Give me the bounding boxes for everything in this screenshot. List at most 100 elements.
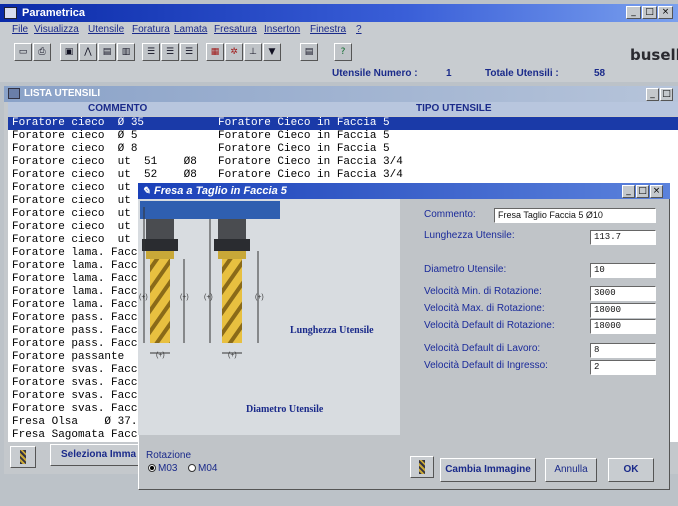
new-file-icon[interactable]: ▭	[14, 43, 32, 61]
gear-icon[interactable]: ✲	[225, 43, 243, 61]
col-commento-header[interactable]: COMMENTO	[88, 103, 147, 114]
totale-utensili-label: Totale Utensili :	[485, 68, 559, 79]
diametro-field[interactable]: 10	[590, 263, 656, 278]
menu-utensile[interactable]: Utensile	[88, 24, 124, 35]
svg-text:(+): (+)	[228, 352, 237, 359]
list-header: COMMENTO TIPO UTENSILE	[8, 102, 678, 116]
close-button[interactable]: ×	[658, 6, 673, 19]
svg-text:(+): (+)	[180, 294, 189, 301]
list-item-commento: Foratore pass. Facc	[12, 325, 138, 337]
align-left-icon[interactable]: ☰	[142, 43, 160, 61]
list-item-commento: Foratore cieco ut	[12, 234, 131, 246]
menu-lamata[interactable]: Lamata	[174, 24, 207, 35]
align-right-icon[interactable]: ☰	[180, 43, 198, 61]
lista-titlebar[interactable]: LISTA UTENSILI	[4, 86, 678, 102]
tool-f-icon[interactable]: ▼	[263, 43, 281, 61]
list-image-icon[interactable]	[10, 446, 36, 468]
list-item-commento: Foratore cieco Ø 8	[12, 143, 138, 155]
list-window-icon	[8, 88, 20, 99]
list-item[interactable]: Foratore cieco Ø 35 Foratore Cieco in Fac…	[8, 117, 678, 130]
tool-d-icon[interactable]: ▥	[117, 43, 135, 61]
radio-m03[interactable]: M03	[148, 463, 177, 474]
list-item-commento: Foratore cieco ut 52 Ø8	[12, 169, 197, 181]
help-icon[interactable]: ?	[334, 43, 352, 61]
menu-inserton[interactable]: Inserton	[264, 24, 300, 35]
annulla-button[interactable]: Annulla	[545, 458, 597, 482]
col-tipo-header[interactable]: TIPO UTENSILE	[416, 103, 492, 114]
list-item-commento: Foratore cieco ut	[12, 208, 131, 220]
calculator-icon[interactable]: ▤	[300, 43, 318, 61]
dialog-titlebar[interactable]: ✎ Fresa a Taglio in Faccia 5	[138, 183, 670, 199]
minimize-button[interactable]: _	[626, 6, 641, 19]
diametro-utensile-caption: Diametro Utensile	[246, 404, 324, 415]
list-item-commento: Foratore passante	[12, 351, 125, 363]
grid-icon[interactable]: ▦	[206, 43, 224, 61]
align-center-icon[interactable]: ☰	[161, 43, 179, 61]
tool-c-icon[interactable]: ▤	[98, 43, 116, 61]
svg-text:(+): (+)	[139, 294, 148, 301]
list-item[interactable]: Foratore cieco ut 52 Ø8 Foratore Cieco in…	[8, 169, 678, 182]
vel-default-lavoro-label: Velocità Default di Lavoro:	[424, 343, 541, 354]
menu-visualizza[interactable]: Visualizza	[34, 24, 79, 35]
menu-help[interactable]: ?	[356, 24, 362, 35]
list-item-commento: Foratore cieco Ø 35	[12, 117, 145, 129]
dialog-image-icon[interactable]	[410, 456, 434, 478]
svg-text:(+): (+)	[255, 294, 264, 301]
menubar: File Visualizza Utensile Foratura Lamata…	[0, 22, 678, 38]
lista-minimize-button[interactable]: _	[646, 88, 659, 101]
list-item-commento: Fresa Olsa Ø 37.5	[12, 416, 145, 428]
brand-logo: busellat	[630, 46, 678, 64]
diametro-label: Diametro Utensile:	[424, 264, 507, 275]
list-item-commento: Foratore cieco Ø 5	[12, 130, 138, 142]
vel-default-lavoro-field[interactable]: 8	[590, 343, 656, 358]
print-icon[interactable]: ⎙	[33, 43, 51, 61]
tool-a-icon[interactable]: ▣	[60, 43, 78, 61]
vel-default-rotazione-label: Velocità Default di Rotazione:	[424, 320, 555, 331]
menu-finestra[interactable]: Finestra	[310, 24, 346, 35]
rotazione-label: Rotazione	[146, 450, 192, 461]
seleziona-immagine-button[interactable]: Seleziona Imma	[50, 444, 140, 466]
radio-m04-label: M04	[198, 463, 218, 474]
list-item-commento: Foratore lama. Facc	[12, 273, 138, 285]
list-item-commento: Foratore svas. Facc	[12, 403, 138, 415]
vel-min-rotazione-field[interactable]: 3000	[590, 286, 656, 301]
svg-text:(+): (+)	[204, 294, 213, 301]
tool-drawing: (+) (+) (+) (+) (+) (+)	[139, 201, 280, 359]
main-title: Parametrica	[22, 7, 85, 19]
lista-maximize-button[interactable]: □	[660, 88, 673, 101]
ok-button[interactable]: OK	[608, 458, 654, 482]
maximize-button[interactable]: □	[642, 6, 657, 19]
list-item-commento: Foratore cieco ut	[12, 182, 131, 194]
seleziona-immagine-label: Seleziona Imma	[61, 449, 137, 460]
tool-e-icon[interactable]: ⊥	[244, 43, 262, 61]
list-item-tipo: Foratore Cieco in Faccia 3/4	[218, 156, 403, 168]
lunghezza-label: Lunghezza Utensile:	[424, 230, 515, 241]
menu-file[interactable]: File	[12, 24, 28, 35]
dialog-minimize-button[interactable]: _	[622, 185, 635, 198]
menu-foratura[interactable]: Foratura	[132, 24, 170, 35]
dialog-maximize-button[interactable]: □	[636, 185, 649, 198]
list-item-commento: Foratore svas. Facc	[12, 377, 138, 389]
list-item-tipo: Foratore Cieco in Faccia 5	[218, 130, 390, 142]
main-titlebar[interactable]: Parametrica	[0, 4, 678, 22]
commento-field[interactable]: Fresa Taglio Faccia 5 Ø10	[494, 208, 656, 223]
vel-default-rotazione-field[interactable]: 18000	[590, 319, 656, 334]
cambia-immagine-button[interactable]: Cambia Immagine	[440, 458, 536, 482]
vel-max-rotazione-field[interactable]: 18000	[590, 303, 656, 318]
list-item[interactable]: Foratore cieco Ø 8 Foratore Cieco in Facc…	[8, 143, 678, 156]
app-icon	[4, 7, 17, 19]
list-item[interactable]: Foratore cieco Ø 5 Foratore Cieco in Facc…	[8, 130, 678, 143]
vel-default-ingresso-field[interactable]: 2	[590, 360, 656, 375]
chuck-right	[218, 219, 246, 241]
list-item[interactable]: Foratore cieco ut 51 Ø8 Foratore Cieco in…	[8, 156, 678, 169]
tool-b-icon[interactable]: ⋀	[79, 43, 97, 61]
lunghezza-field[interactable]: 113.7	[590, 230, 656, 245]
rotazione-group: Rotazione M03 M04	[146, 450, 266, 482]
dialog-close-button[interactable]: ×	[650, 185, 663, 198]
utensile-numero-label: Utensile Numero :	[332, 68, 418, 79]
list-item-tipo: Foratore Cieco in Faccia 3/4	[218, 169, 403, 181]
menu-fresatura[interactable]: Fresatura	[214, 24, 257, 35]
list-item-commento: Foratore cieco ut 51 Ø8	[12, 156, 197, 168]
radio-m04[interactable]: M04	[188, 463, 217, 474]
commento-label: Commento:	[424, 209, 476, 220]
